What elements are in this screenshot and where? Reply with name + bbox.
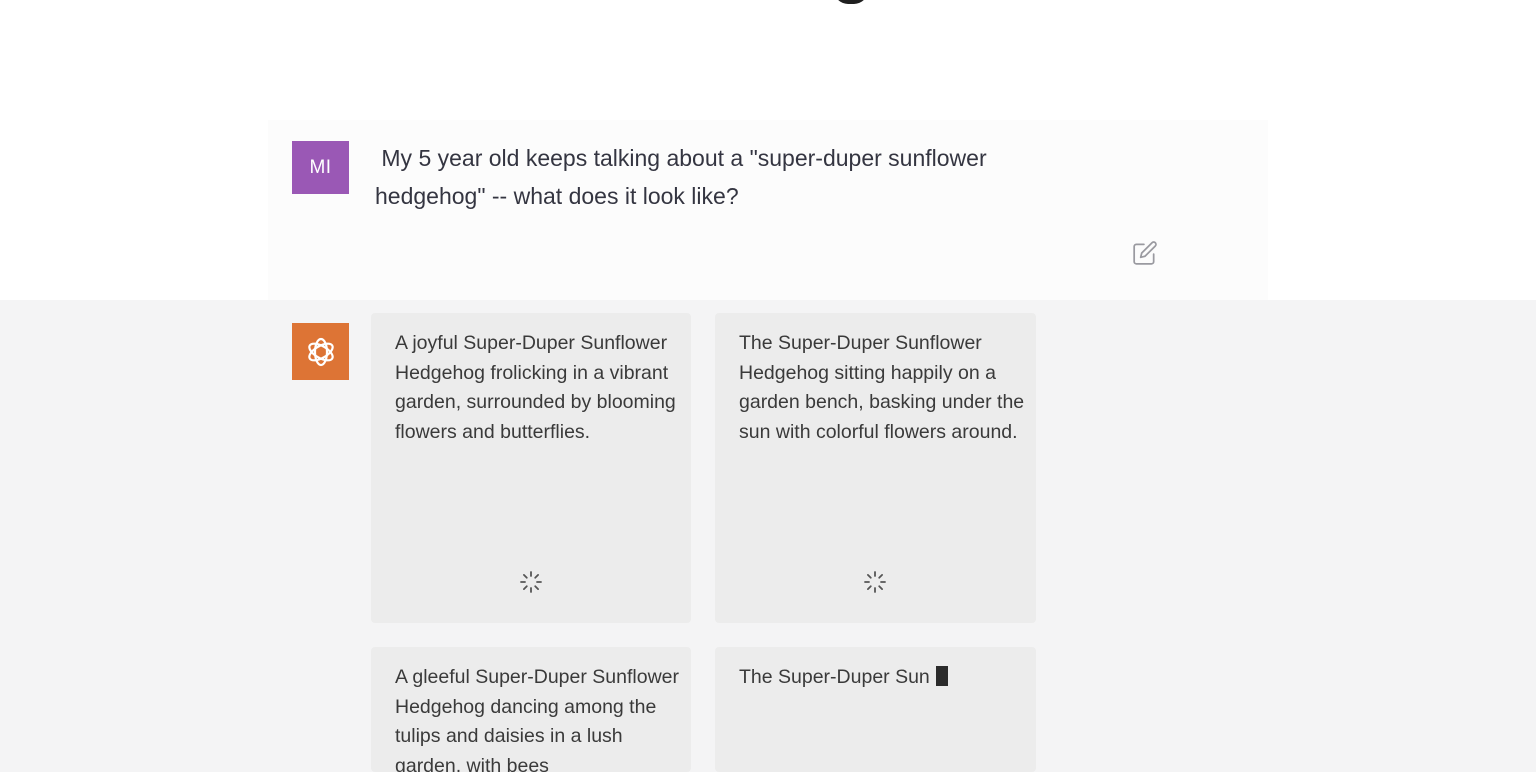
loading-spinner-icon: [520, 571, 542, 593]
image-card-1[interactable]: A joyful Super-Duper Sunflower Hedgehog …: [371, 313, 691, 623]
user-avatar: MI: [292, 141, 349, 194]
loading-spinner-icon: [864, 571, 886, 593]
edit-message-button[interactable]: [1130, 238, 1160, 268]
image-card-4[interactable]: The Super-Duper Sun: [715, 647, 1036, 772]
heading-fragment: [820, 0, 870, 6]
image-card-caption: A joyful Super-Duper Sunflower Hedgehog …: [395, 332, 676, 443]
image-card-caption: A gleeful Super-Duper Sunflower Hedgehog…: [395, 666, 679, 772]
typing-cursor: [935, 666, 948, 686]
assistant-avatar: [292, 323, 349, 380]
image-card-caption: The Super-Duper Sunflower Hedgehog sitti…: [739, 332, 1025, 443]
image-card-caption: The Super-Duper Sun: [739, 666, 930, 688]
image-card-caption-streaming: The Super-Duper Sun: [739, 663, 1029, 693]
chat-page: MI My 5 year old keeps talking about a "…: [0, 0, 1536, 772]
openai-logo-icon: [307, 337, 334, 366]
image-card-2[interactable]: The Super-Duper Sunflower Hedgehog sitti…: [715, 313, 1036, 623]
edit-icon: [1133, 241, 1157, 265]
user-avatar-initials: MI: [309, 156, 332, 178]
user-message-text: My 5 year old keeps talking about a "sup…: [375, 145, 987, 209]
page-header-area: [0, 0, 1536, 120]
image-card-3[interactable]: A gleeful Super-Duper Sunflower Hedgehog…: [371, 647, 691, 772]
